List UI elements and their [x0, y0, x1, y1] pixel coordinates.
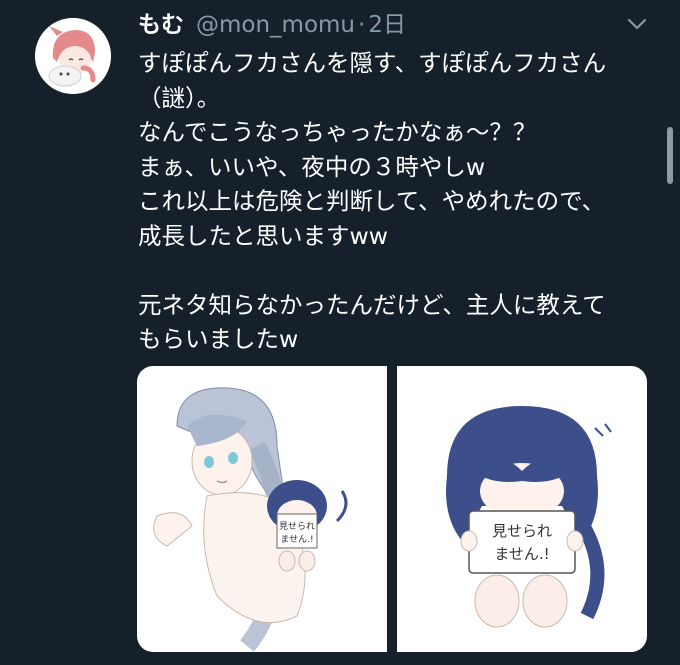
tweet-header: もむ @mon_momu · 2日: [138, 10, 406, 40]
illustration-2: 見せられ ません.!: [446, 406, 612, 628]
sign-text-1b: ません.!: [280, 534, 313, 545]
chevron-down-icon: [627, 18, 647, 30]
sign-text-1a: 見せられ: [279, 521, 315, 532]
timestamp[interactable]: 2日: [368, 10, 406, 40]
media-image-2[interactable]: 見せられ ません.!: [397, 366, 647, 652]
media-image-1[interactable]: 見せられ ません.!: [137, 366, 387, 652]
tweet-menu-button[interactable]: [626, 16, 648, 32]
display-name[interactable]: もむ: [138, 10, 184, 40]
sign-text-2a: 見せられ: [492, 522, 552, 540]
user-handle[interactable]: @mon_momu: [196, 10, 355, 40]
sign-text-2b: ません.!: [494, 545, 549, 563]
tweet-text: すぽぽんフカさんを隠す、すぽぽんフカさん （謎）。 なんでこうなっちゃったかなぁ…: [138, 49, 607, 353]
scrollbar[interactable]: [667, 127, 673, 184]
avatar-illustration: [35, 18, 111, 94]
tweet-media: 見せられ ません.! 見せられ ません.!: [137, 366, 647, 652]
illustration-1: 見せられ ません.!: [153, 387, 348, 652]
avatar[interactable]: [35, 18, 111, 94]
separator-dot: ·: [358, 12, 366, 38]
